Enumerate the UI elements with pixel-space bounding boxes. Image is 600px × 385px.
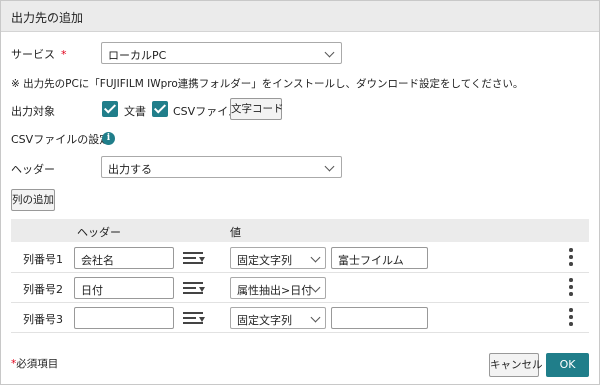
kebab-menu-icon[interactable] [568,308,574,326]
service-select[interactable]: ローカルPC [101,42,342,64]
table-row: 列番号3 固定文字列 [11,303,589,333]
add-output-dialog: 出力先の追加 サービス * ローカルPC ※ 出力先のPCに「FUJIFILM I… [0,0,600,385]
value-input[interactable]: 富士フイルム [331,247,428,269]
dialog-title: 出力先の追加 [11,11,84,25]
header-output-value: 出力する [108,163,152,176]
csv-settings-label: CSVファイルの設定 [11,133,111,146]
dialog-titlebar: 出力先の追加 [1,1,599,32]
service-label: サービス * [11,48,67,61]
column-table: ヘッダー 値 列番号1 会社名 固定文字列 富士フイルム 列番号2 日付 属性抽… [11,219,589,333]
row-number-label: 列番号1 [23,253,63,266]
header-output-select[interactable]: 出力する [101,156,342,178]
row-number-label: 列番号3 [23,313,63,326]
value-type-select[interactable]: 属性抽出>日付 [230,277,326,299]
header-name-input[interactable] [74,307,174,329]
document-checkbox-label: 文書 [124,105,146,118]
required-mark: * [61,48,67,61]
service-select-value: ローカルPC [108,49,167,62]
chevron-down-icon [324,47,335,58]
document-checkbox[interactable] [102,101,118,117]
cancel-button[interactable]: キャンセル [489,353,543,377]
kebab-menu-icon[interactable] [568,248,574,266]
column-header-header: ヘッダー [77,226,121,239]
header-option-label: ヘッダー [11,163,55,176]
table-row: 列番号2 日付 属性抽出>日付 [11,273,589,303]
required-note: *必須項目 [11,358,59,370]
table-header: ヘッダー 値 [11,219,589,242]
header-name-input[interactable]: 日付 [74,277,174,299]
column-header-value: 値 [230,226,241,239]
charset-button[interactable]: 文字コード [230,98,284,120]
output-target-label: 出力対象 [11,105,55,118]
ok-button[interactable]: OK [546,353,589,377]
csv-checkbox[interactable] [152,101,168,117]
row-number-label: 列番号2 [23,283,63,296]
kebab-menu-icon[interactable] [568,278,574,296]
value-type-select[interactable]: 固定文字列 [230,307,326,329]
chevron-down-icon [310,312,321,323]
list-sort-icon[interactable] [183,311,205,327]
add-column-button[interactable]: 列の追加 [11,189,55,211]
list-sort-icon[interactable] [183,281,205,297]
info-icon[interactable]: i [102,132,115,145]
table-row: 列番号1 会社名 固定文字列 富士フイルム [11,243,589,273]
value-type-select[interactable]: 固定文字列 [230,247,326,269]
value-input[interactable] [331,307,428,329]
chevron-down-icon [324,161,335,172]
chevron-down-icon [310,252,321,263]
list-sort-icon[interactable] [183,251,205,267]
install-note: ※ 出力先のPCに「FUJIFILM IWpro連携フォルダー」をインストールし… [11,78,524,90]
header-name-input[interactable]: 会社名 [74,247,174,269]
